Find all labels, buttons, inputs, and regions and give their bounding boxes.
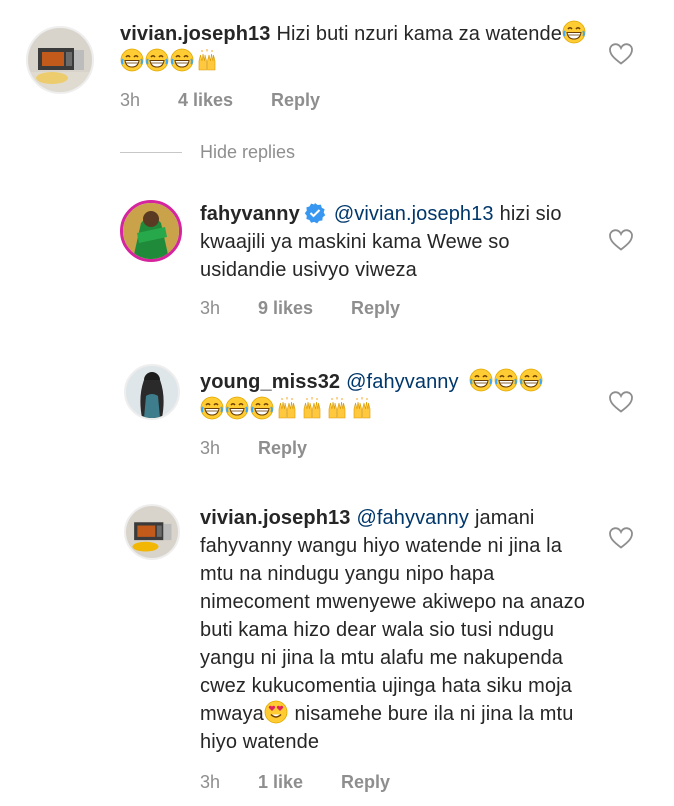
reply-button[interactable]: Reply	[341, 772, 390, 793]
mention-link[interactable]: @fahyvanny	[356, 507, 468, 529]
grinning-sweat-emoji	[519, 368, 543, 392]
raised-hands-emoji	[325, 396, 349, 420]
grinning-sweat-emoji	[469, 368, 493, 392]
divider	[120, 152, 182, 153]
comment-username[interactable]: vivian.joseph13	[120, 23, 270, 45]
grinning-sweat-emoji	[494, 368, 518, 392]
grinning-sweat-emoji	[225, 396, 249, 420]
comment-time: 3h	[200, 438, 221, 458]
avatar[interactable]	[120, 200, 182, 262]
mention-link[interactable]: @fahyvanny	[346, 371, 458, 393]
comment-likes[interactable]: 4 likes	[178, 90, 233, 111]
raised-hands-emoji	[275, 396, 299, 420]
like-heart-icon[interactable]	[608, 526, 634, 550]
grinning-sweat-emoji	[120, 48, 144, 72]
comment-time: 3h	[200, 298, 221, 318]
toaster-oven-avatar-image	[28, 28, 92, 92]
raised-hands-emoji	[195, 48, 219, 72]
avatar[interactable]	[124, 364, 180, 420]
silhouette-avatar-image	[126, 366, 178, 418]
comment-text: jamani fahyvanny wangu hiyo watende ni j…	[200, 507, 585, 725]
grinning-sweat-emoji	[562, 20, 586, 44]
heart-eyes-emoji	[264, 700, 288, 724]
comment-time: 3h	[200, 772, 221, 792]
green-outfit-avatar-image	[123, 203, 179, 259]
comment-likes[interactable]: 9 likes	[258, 298, 313, 319]
comment-username[interactable]: vivian.joseph13	[200, 507, 350, 529]
mention-link[interactable]: @vivian.joseph13	[334, 203, 494, 225]
raised-hands-emoji	[350, 396, 374, 420]
comment-likes[interactable]: 1 like	[258, 772, 303, 793]
grinning-sweat-emoji	[200, 396, 224, 420]
like-heart-icon[interactable]	[608, 228, 634, 252]
reply-button[interactable]: Reply	[271, 90, 320, 111]
hide-replies-label: Hide replies	[200, 142, 296, 162]
grinning-sweat-emoji	[250, 396, 274, 420]
hide-replies-button[interactable]: Hide replies	[120, 142, 295, 163]
comment-text: Hizi buti nzuri kama za watende	[276, 23, 562, 45]
avatar[interactable]	[124, 504, 180, 560]
comment-username[interactable]: young_miss32	[200, 371, 340, 393]
avatar[interactable]	[26, 26, 94, 94]
toaster-oven-avatar-image	[126, 506, 178, 558]
grinning-sweat-emoji	[145, 48, 169, 72]
comment-username[interactable]: fahyvanny	[200, 203, 300, 225]
raised-hands-emoji	[300, 396, 324, 420]
like-heart-icon[interactable]	[608, 390, 634, 414]
reply-button[interactable]: Reply	[351, 298, 400, 319]
grinning-sweat-emoji	[170, 48, 194, 72]
comment-time: 3h	[120, 90, 141, 110]
verified-badge-icon	[304, 203, 326, 224]
like-heart-icon[interactable]	[608, 42, 634, 66]
reply-button[interactable]: Reply	[258, 438, 307, 459]
